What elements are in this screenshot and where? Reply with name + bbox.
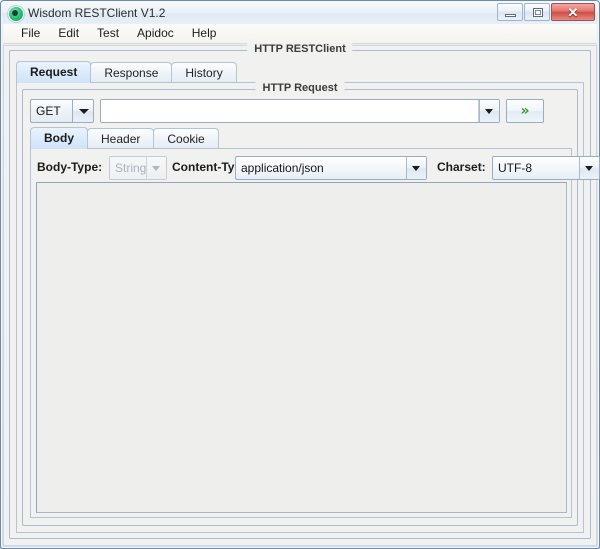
menu-bar: File Edit Test Apidoc Help bbox=[3, 24, 597, 44]
close-icon: ✕ bbox=[567, 5, 579, 20]
chevron-down-icon[interactable] bbox=[406, 157, 426, 179]
tab-history[interactable]: History bbox=[171, 62, 237, 83]
content-pane: HTTP RESTClient Request Response History… bbox=[3, 43, 600, 546]
minimize-button[interactable] bbox=[497, 3, 523, 21]
charset-label: Charset: bbox=[437, 160, 486, 174]
http-method-select[interactable]: GET bbox=[30, 99, 94, 123]
content-type-value[interactable]: application/json bbox=[236, 157, 406, 179]
restclient-group-panel: HTTP RESTClient Request Response History… bbox=[9, 43, 600, 539]
request-tab-panel: HTTP Request GET » Body Header Cookie Bo… bbox=[16, 82, 600, 533]
body-tab-panel: Body-Type: String Content-Type: applicat… bbox=[30, 148, 600, 518]
body-type-value: String bbox=[115, 161, 146, 175]
tab-request[interactable]: Request bbox=[16, 61, 92, 83]
body-type-label: Body-Type: bbox=[37, 160, 103, 174]
url-input-value[interactable] bbox=[101, 100, 479, 122]
app-logo-icon bbox=[8, 6, 24, 22]
menu-item-help[interactable]: Help bbox=[183, 24, 226, 43]
chevron-down-icon[interactable] bbox=[72, 99, 94, 123]
http-request-group-title: HTTP Request bbox=[255, 82, 345, 95]
minimize-icon bbox=[505, 14, 516, 17]
tab-cookie[interactable]: Cookie bbox=[153, 128, 219, 149]
chevron-down-icon bbox=[146, 157, 166, 179]
http-request-group-panel: HTTP Request GET » Body Header Cookie Bo… bbox=[22, 82, 600, 526]
window-title: Wisdom RESTClient V1.2 bbox=[28, 6, 166, 20]
charset-value[interactable]: UTF-8 bbox=[493, 157, 579, 179]
tab-response[interactable]: Response bbox=[90, 62, 173, 83]
close-button[interactable]: ✕ bbox=[551, 3, 595, 21]
menu-item-test[interactable]: Test bbox=[88, 24, 128, 43]
request-body-editor[interactable] bbox=[36, 182, 567, 513]
menu-item-apidoc[interactable]: Apidoc bbox=[128, 24, 183, 43]
chevron-down-icon[interactable] bbox=[479, 100, 499, 122]
http-method-value: GET bbox=[30, 99, 72, 123]
title-bar[interactable]: Wisdom RESTClient V1.2 ✕ bbox=[2, 2, 598, 24]
request-body-text[interactable] bbox=[37, 183, 566, 187]
chevron-down-icon[interactable] bbox=[579, 157, 599, 179]
request-sub-tab-strip: Body Header Cookie bbox=[30, 127, 572, 149]
main-tab-strip: Request Response History bbox=[16, 61, 584, 83]
body-type-select: String bbox=[109, 156, 167, 180]
request-url-row: GET » bbox=[30, 99, 572, 125]
double-chevron-right-icon: » bbox=[520, 103, 530, 119]
send-request-button[interactable]: » bbox=[506, 99, 544, 123]
menu-item-file[interactable]: File bbox=[12, 24, 49, 43]
charset-select[interactable]: UTF-8 bbox=[492, 156, 600, 180]
maximize-icon bbox=[533, 8, 543, 17]
body-options-row: Body-Type: String Content-Type: applicat… bbox=[37, 155, 600, 181]
url-input[interactable] bbox=[100, 99, 500, 123]
application-window: Wisdom RESTClient V1.2 ✕ File Edit Test … bbox=[0, 0, 600, 549]
tab-body[interactable]: Body bbox=[30, 127, 88, 149]
content-type-select[interactable]: application/json bbox=[235, 156, 427, 180]
maximize-button[interactable] bbox=[524, 3, 550, 21]
tab-header[interactable]: Header bbox=[87, 128, 155, 149]
menu-item-edit[interactable]: Edit bbox=[49, 24, 88, 43]
window-controls: ✕ bbox=[497, 3, 595, 21]
restclient-group-title: HTTP RESTClient bbox=[247, 43, 353, 56]
